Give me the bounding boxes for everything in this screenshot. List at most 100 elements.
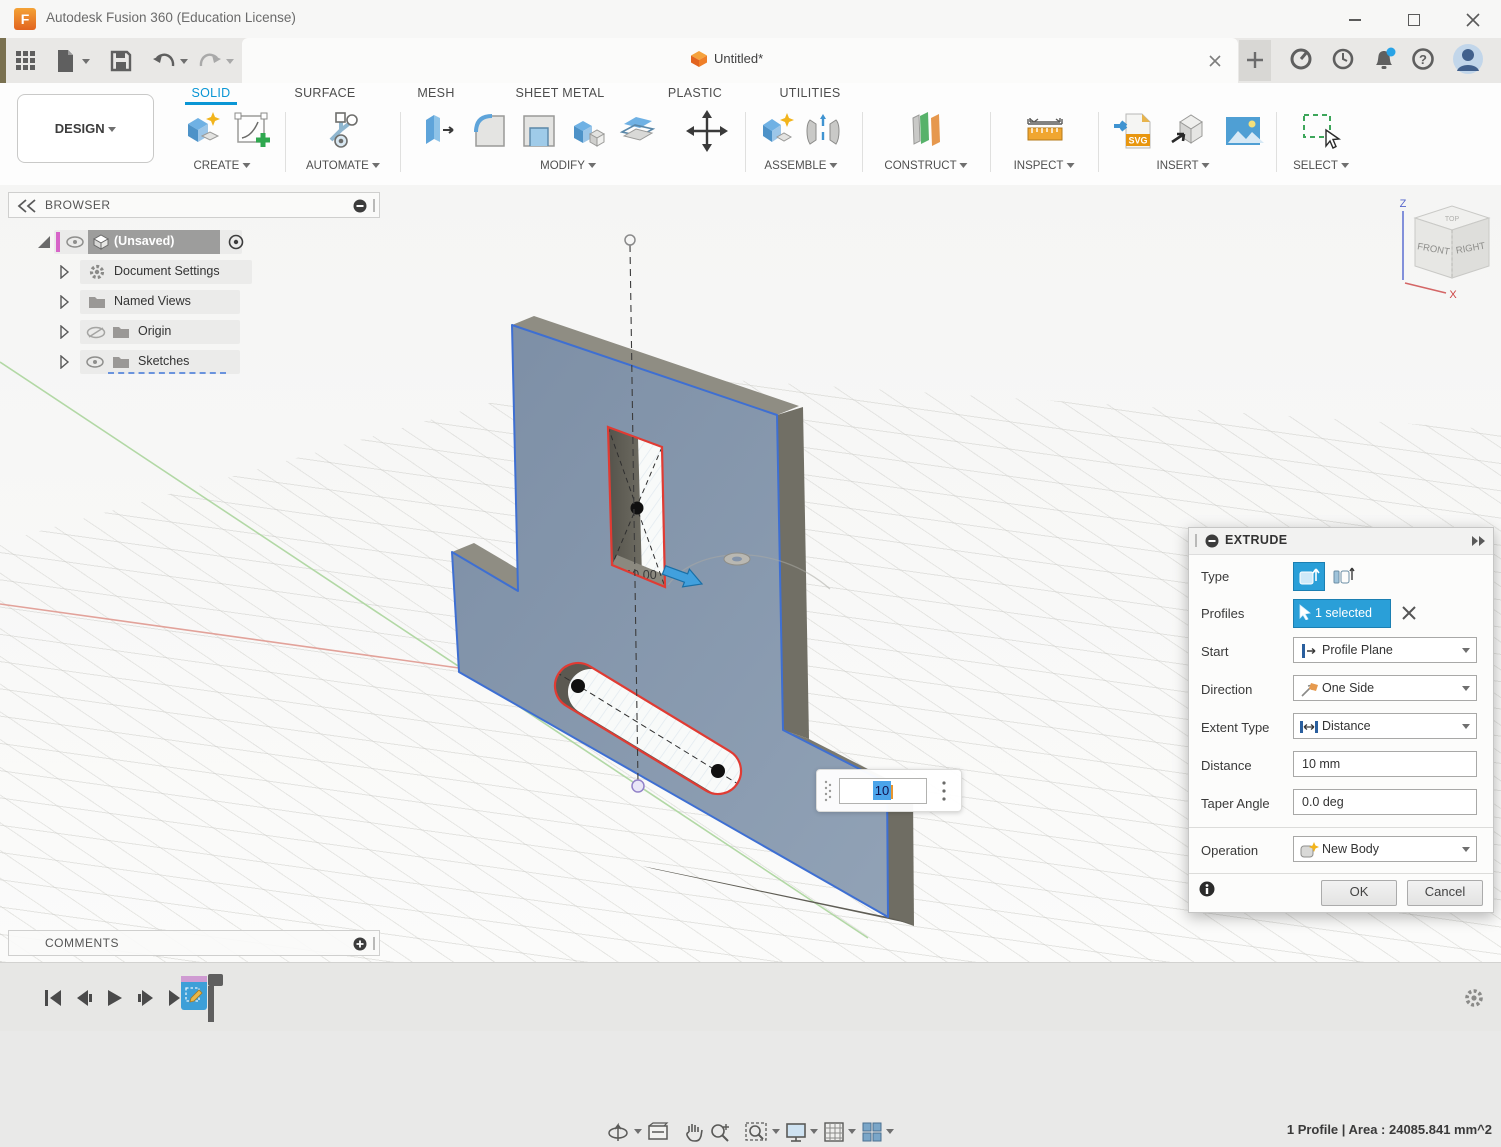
info-icon[interactable] [1199, 881, 1215, 897]
inspect-group-label[interactable]: INSPECT [1014, 160, 1075, 172]
minimize-button[interactable] [1340, 10, 1370, 30]
ribbon-tab-utilities[interactable]: UTILITIES [779, 86, 840, 100]
new-component-tool[interactable] [754, 108, 800, 154]
profiles-selected-button[interactable]: 1 selected [1293, 599, 1391, 628]
start-dropdown[interactable]: Profile Plane [1293, 637, 1477, 663]
sketch-point[interactable] [711, 764, 725, 778]
timeline-step-back-button[interactable] [73, 987, 95, 1009]
ribbon-tab-plastic[interactable]: PLASTIC [668, 86, 722, 100]
origin-point[interactable] [632, 780, 644, 792]
press-pull-tool[interactable] [416, 108, 462, 154]
dialog-minimize-icon[interactable] [1205, 534, 1219, 548]
file-menu-caret-icon[interactable] [82, 59, 90, 64]
assemble-group-label[interactable]: ASSEMBLE [764, 160, 837, 172]
clear-selection-icon[interactable] [1401, 605, 1417, 621]
file-menu-button[interactable] [52, 48, 78, 74]
modify-group-label[interactable]: MODIFY [540, 160, 596, 172]
shell-tool[interactable] [516, 108, 562, 154]
app-grid-button[interactable] [13, 48, 39, 74]
document-tab[interactable]: Untitled* [242, 38, 1238, 83]
maximize-button[interactable] [1399, 10, 1429, 30]
viewports-caret-icon[interactable] [886, 1129, 894, 1134]
activate-component-icon[interactable] [228, 234, 244, 250]
ribbon-tab-surface[interactable]: SURFACE [294, 86, 355, 100]
undo-button[interactable] [150, 48, 176, 74]
panel-grip-icon[interactable] [373, 937, 375, 950]
model-front-face[interactable] [452, 325, 888, 917]
direction-dropdown[interactable]: One Side [1293, 675, 1477, 701]
distance-value-input[interactable]: 10 [839, 778, 927, 804]
display-caret-icon[interactable] [810, 1129, 818, 1134]
operation-dropdown[interactable]: New Body [1293, 836, 1477, 862]
notification-center-button[interactable] [1330, 46, 1356, 72]
ribbon-tab-mesh[interactable]: MESH [417, 86, 454, 100]
ribbon-tab-sheet-metal[interactable]: SHEET METAL [516, 86, 605, 100]
create-group-label[interactable]: CREATE [194, 160, 251, 172]
add-comment-icon[interactable] [353, 937, 367, 951]
construction-endpoint[interactable] [625, 235, 635, 245]
close-tab-icon[interactable] [1207, 53, 1223, 69]
panel-grip-icon[interactable] [373, 199, 375, 212]
extent-type-dropdown[interactable]: Distance [1293, 713, 1477, 739]
taper-angle-field[interactable] [1293, 789, 1477, 815]
ok-button[interactable]: OK [1321, 880, 1397, 906]
visibility-eye-icon[interactable] [86, 356, 104, 368]
fit-button[interactable] [744, 1120, 768, 1144]
distance-input-widget[interactable]: 10 [816, 769, 962, 812]
expand-arrow-icon[interactable] [60, 295, 70, 309]
user-avatar[interactable] [1452, 43, 1484, 75]
timeline-play-button[interactable] [104, 987, 126, 1009]
insert-svg-tool[interactable]: SVG [1112, 108, 1158, 154]
timeline-go-to-start-button[interactable] [42, 987, 64, 1009]
minimize-panel-icon[interactable] [353, 199, 367, 213]
type-thin-extrude-button[interactable] [1329, 562, 1359, 589]
display-settings-button[interactable] [784, 1120, 808, 1144]
close-window-button[interactable] [1458, 10, 1488, 30]
expand-arrow-icon[interactable] [60, 265, 70, 279]
select-group-label[interactable]: SELECT [1293, 160, 1349, 172]
save-button[interactable] [108, 48, 134, 74]
create-sketch-tool[interactable] [230, 108, 276, 154]
new-tab-button[interactable] [1239, 40, 1271, 81]
sketch-point[interactable] [631, 502, 644, 515]
type-extrude-button[interactable] [1293, 562, 1325, 591]
job-status-button[interactable] [1288, 46, 1314, 72]
split-body-tool[interactable] [616, 108, 662, 154]
notifications-button[interactable] [1370, 46, 1396, 72]
zoom-button[interactable] [708, 1120, 732, 1144]
drag-handle-icon[interactable] [822, 779, 834, 803]
distance-field[interactable] [1293, 751, 1477, 777]
sketch-point[interactable] [571, 679, 585, 693]
rectangular-hole-profile[interactable]: 10.00 [608, 427, 670, 587]
design-workspace-selector[interactable]: DESIGN [17, 94, 154, 163]
ribbon-tab-solid[interactable]: SOLID [191, 86, 230, 100]
orbit-button[interactable] [606, 1120, 630, 1144]
construct-plane-tool[interactable] [903, 108, 949, 154]
cancel-button[interactable]: Cancel [1407, 880, 1483, 906]
insert-canvas-tool[interactable] [1220, 108, 1266, 154]
insert-mesh-tool[interactable] [1166, 108, 1212, 154]
browser-row-document-settings[interactable]: Document Settings [8, 260, 380, 284]
help-button[interactable]: ? [1410, 46, 1436, 72]
look-at-button[interactable] [646, 1120, 670, 1144]
widget-menu-icon[interactable] [938, 779, 950, 803]
redo-caret-icon[interactable] [226, 59, 234, 64]
fit-caret-icon[interactable] [772, 1129, 780, 1134]
modeling-viewport[interactable]: 10.00 [0, 185, 1501, 962]
rotate-handle[interactable] [724, 553, 750, 565]
browser-header[interactable]: BROWSER [8, 192, 380, 218]
construct-group-label[interactable]: CONSTRUCT [884, 160, 967, 172]
browser-row-named-views[interactable]: Named Views [8, 290, 380, 314]
browser-root-row[interactable]: (Unsaved) [8, 230, 380, 254]
combine-tool[interactable] [566, 108, 612, 154]
pan-button[interactable] [682, 1120, 706, 1144]
grid-caret-icon[interactable] [848, 1129, 856, 1134]
automate-tool[interactable] [318, 108, 364, 154]
timeline-sketch-feature[interactable] [181, 982, 207, 1010]
grid-snaps-button[interactable] [822, 1120, 846, 1144]
fillet-tool[interactable] [466, 108, 512, 154]
viewports-button[interactable] [860, 1120, 884, 1144]
move-tool[interactable] [684, 108, 730, 154]
measure-tool[interactable] [1022, 108, 1068, 154]
joint-tool[interactable] [800, 108, 846, 154]
